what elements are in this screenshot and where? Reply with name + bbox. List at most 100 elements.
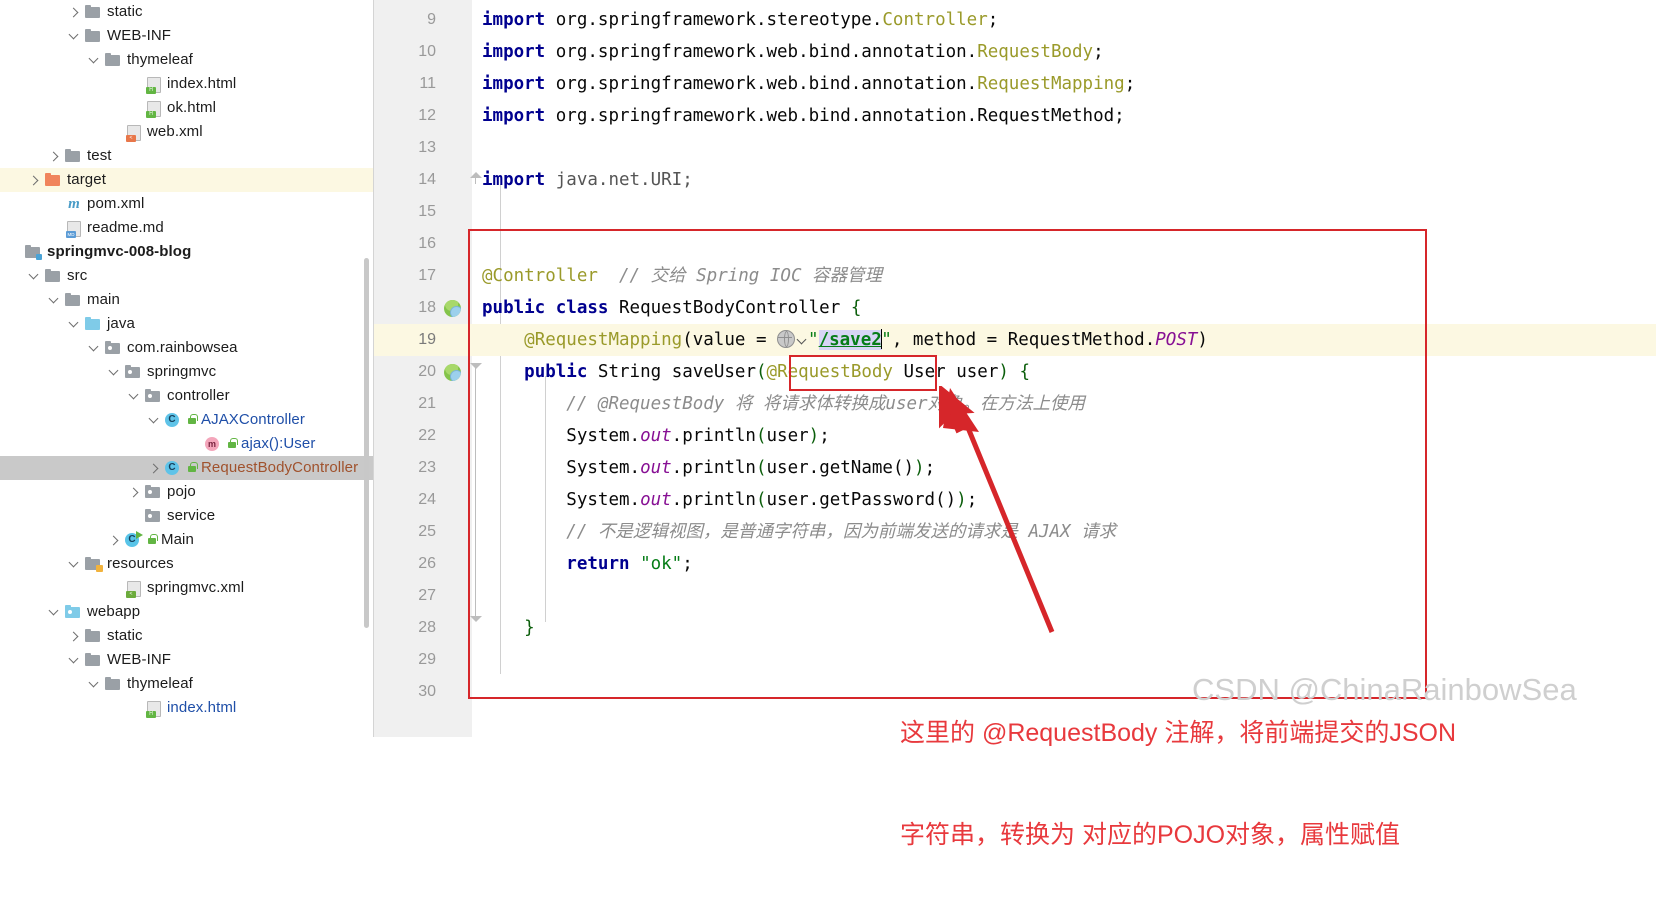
tree-expand-arrow[interactable] xyxy=(48,606,61,619)
tree-item-pom-xml[interactable]: m pom.xml xyxy=(0,192,374,216)
tree-item-com-rainbowsea[interactable]: com.rainbowsea xyxy=(0,336,374,360)
line-number: 9 xyxy=(427,11,436,28)
tree-item-test[interactable]: test xyxy=(0,144,374,168)
tree-item-ajaxcontroller[interactable]: C AJAXController xyxy=(0,408,374,432)
tree-expand-arrow[interactable] xyxy=(28,270,41,283)
fold-marker[interactable] xyxy=(470,616,483,629)
class-icon: C xyxy=(164,412,182,428)
code-line-14[interactable]: 14 import java.net.URI; xyxy=(374,164,1656,196)
code-line-11[interactable]: 11 import org.springframework.web.bind.an… xyxy=(374,68,1656,100)
line-number: 26 xyxy=(418,555,436,572)
annotation-line-1: 这里的 @RequestBody 注解，将前端提交的JSON xyxy=(900,719,1457,747)
tree-expand-arrow[interactable] xyxy=(68,6,81,19)
tree-expand-arrow[interactable] xyxy=(128,486,141,499)
tree-item-label: resources xyxy=(107,555,174,572)
tree-item-static[interactable]: static xyxy=(0,624,374,648)
tree-item-pojo[interactable]: pojo xyxy=(0,480,374,504)
tree-item-ok-html[interactable]: Hok.html xyxy=(0,96,374,120)
tree-item-target[interactable]: target xyxy=(0,168,374,192)
spring-bean-icon[interactable] xyxy=(444,300,461,317)
tree-expand-arrow[interactable] xyxy=(68,654,81,667)
package-web-icon xyxy=(64,604,82,620)
file-html-icon: H xyxy=(144,76,162,94)
tree-item-label: pojo xyxy=(167,483,196,500)
spring-bean-icon[interactable] xyxy=(444,364,461,381)
code-line-16[interactable]: 16 xyxy=(374,228,1656,260)
tree-item-springmvc[interactable]: springmvc xyxy=(0,360,374,384)
tree-item-main[interactable]: main xyxy=(0,288,374,312)
mouse-cursor-icon xyxy=(939,386,975,434)
web-url-icon[interactable] xyxy=(777,330,796,348)
tree-item-main[interactable]: C Main xyxy=(0,528,374,552)
code-line-19[interactable]: 19 @RequestMapping(value = "/save2", met… xyxy=(374,324,1656,356)
tree-expand-arrow[interactable] xyxy=(68,318,81,331)
tree-item-web-inf[interactable]: WEB-INF xyxy=(0,24,374,48)
code-line-10[interactable]: 10 import org.springframework.web.bind.an… xyxy=(374,36,1656,68)
tree-item-java[interactable]: java xyxy=(0,312,374,336)
line-number: 11 xyxy=(419,75,436,92)
code-line-18[interactable]: 18 public class RequestBodyController { xyxy=(374,292,1656,324)
tree-item-requestbodycontroller[interactable]: C RequestBodyController xyxy=(0,456,374,480)
tree-item-label: WEB-INF xyxy=(107,27,172,44)
code-text: import java.net.URI; xyxy=(482,170,693,190)
line-number: 22 xyxy=(418,427,436,444)
line-number: 25 xyxy=(418,523,436,540)
watermark: CSDN @ChinaRainbowSea xyxy=(1192,672,1577,707)
folder-icon xyxy=(84,4,102,20)
tree-item-index-html[interactable]: Hindex.html xyxy=(0,72,374,96)
fold-marker[interactable] xyxy=(470,172,483,185)
tree-expand-arrow[interactable] xyxy=(68,558,81,571)
tree-item-label: test xyxy=(87,147,112,164)
tree-expand-arrow[interactable] xyxy=(148,462,161,475)
tree-item-web-inf[interactable]: WEB-INF xyxy=(0,648,374,672)
code-text: import org.springframework.web.bind.anno… xyxy=(482,74,1136,94)
code-line-9[interactable]: 9 import org.springframework.stereotype.C… xyxy=(374,4,1656,36)
tree-expand-arrow[interactable] xyxy=(108,366,121,379)
tree-expand-arrow[interactable] xyxy=(88,678,101,691)
tree-scrollbar[interactable] xyxy=(364,258,369,628)
tree-expand-arrow[interactable] xyxy=(28,174,41,187)
package-icon xyxy=(104,340,122,356)
code-line-17[interactable]: 17 @Controller // 交给 Spring IOC 容器管理 xyxy=(374,260,1656,292)
tree-expand-arrow[interactable] xyxy=(48,150,61,163)
chevron-down-icon[interactable] xyxy=(797,335,808,346)
code-line-12[interactable]: 12 import org.springframework.web.bind.an… xyxy=(374,100,1656,132)
tree-expand-arrow[interactable] xyxy=(108,534,121,547)
project-tree-panel[interactable]: static WEB-INF thymeleaf Hindex.html Hok.htm… xyxy=(0,0,374,737)
tree-expand-arrow[interactable] xyxy=(148,414,161,427)
code-line-13[interactable]: 13 xyxy=(374,132,1656,164)
code-line-15[interactable]: 15 xyxy=(374,196,1656,228)
tree-item-service[interactable]: service xyxy=(0,504,374,528)
tree-expand-arrow[interactable] xyxy=(88,54,101,67)
tree-item-resources[interactable]: resources xyxy=(0,552,374,576)
tree-item-springmvc-xml[interactable]: < springmvc.xml xyxy=(0,576,374,600)
tree-expand-arrow[interactable] xyxy=(68,630,81,643)
tree-item-readme-md[interactable]: MD readme.md xyxy=(0,216,374,240)
tree-item-thymeleaf[interactable]: thymeleaf xyxy=(0,48,374,72)
line-number: 21 xyxy=(418,395,436,412)
tree-item-index-html[interactable]: Hindex.html xyxy=(0,696,374,720)
tree-item-webapp[interactable]: webapp xyxy=(0,600,374,624)
line-number: 12 xyxy=(418,107,436,124)
tree-expand-arrow[interactable] xyxy=(48,294,61,307)
tree-expand-arrow[interactable] xyxy=(68,30,81,43)
tree-item-label: controller xyxy=(167,387,230,404)
code-text: @Controller // 交给 Spring IOC 容器管理 xyxy=(482,266,883,286)
tree-expand-arrow[interactable] xyxy=(128,390,141,403)
method-icon: m xyxy=(204,436,222,452)
tree-item-label: main xyxy=(87,291,120,308)
tree-item-springmvc-008-blog[interactable]: springmvc-008-blog xyxy=(0,240,374,264)
tree-item-src[interactable]: src xyxy=(0,264,374,288)
package-icon xyxy=(124,364,142,380)
tree-expand-arrow[interactable] xyxy=(88,342,101,355)
tree-item-static[interactable]: static xyxy=(0,0,374,24)
tree-item-ajax-user[interactable]: m ajax():User xyxy=(0,432,374,456)
line-number: 16 xyxy=(418,235,436,252)
tree-item-controller[interactable]: controller xyxy=(0,384,374,408)
tree-item-web-xml[interactable]: < web.xml xyxy=(0,120,374,144)
tree-item-label: src xyxy=(67,267,88,284)
tree-item-thymeleaf[interactable]: thymeleaf xyxy=(0,672,374,696)
tree-item-label: ok.html xyxy=(167,99,217,116)
fold-marker[interactable] xyxy=(470,363,483,616)
folder-icon xyxy=(44,268,62,284)
